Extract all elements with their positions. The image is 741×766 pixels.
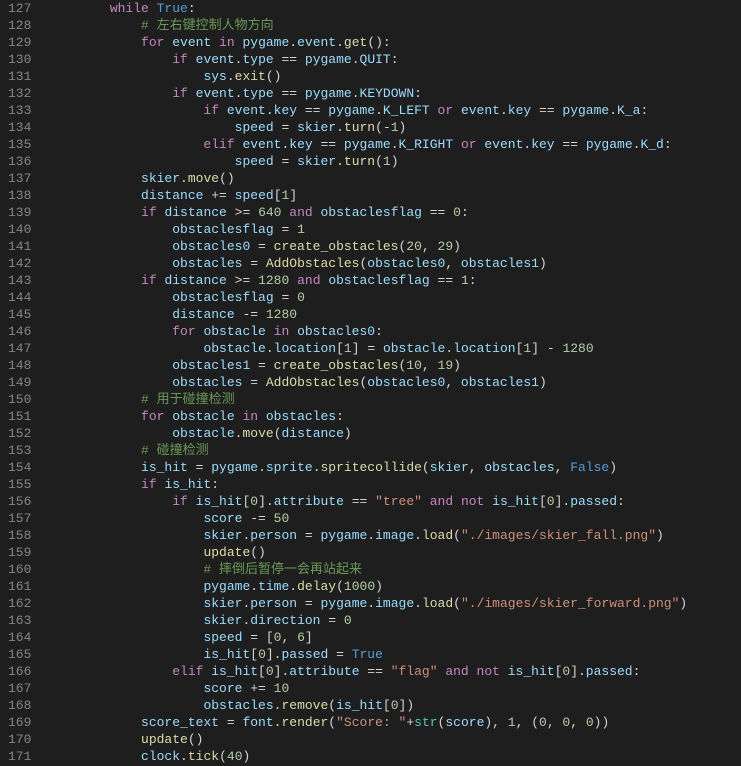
line-number-gutter: 1271281291301311321331341351361371381391… xyxy=(0,0,43,766)
line-number: 161 xyxy=(8,578,31,595)
code-line: obstacles = AddObstacles(obstacles0, obs… xyxy=(47,255,741,272)
code-line: skier.person = pygame.image.load("./imag… xyxy=(47,595,741,612)
code-line: skier.move() xyxy=(47,170,741,187)
line-number: 171 xyxy=(8,748,31,765)
line-number: 131 xyxy=(8,68,31,85)
line-number: 166 xyxy=(8,663,31,680)
code-line: distance += speed[1] xyxy=(47,187,741,204)
line-number: 151 xyxy=(8,408,31,425)
code-line: sys.exit() xyxy=(47,68,741,85)
code-line: if event.key == pygame.K_LEFT or event.k… xyxy=(47,102,741,119)
code-line: obstacles0 = create_obstacles(20, 29) xyxy=(47,238,741,255)
code-line: speed = skier.turn(-1) xyxy=(47,119,741,136)
line-number: 133 xyxy=(8,102,31,119)
code-line: if event.type == pygame.QUIT: xyxy=(47,51,741,68)
line-number: 132 xyxy=(8,85,31,102)
line-number: 129 xyxy=(8,34,31,51)
line-number: 138 xyxy=(8,187,31,204)
line-number: 156 xyxy=(8,493,31,510)
code-line: obstacles.remove(is_hit[0]) xyxy=(47,697,741,714)
line-number: 127 xyxy=(8,0,31,17)
line-number: 163 xyxy=(8,612,31,629)
code-line: # 碰撞检测 xyxy=(47,442,741,459)
code-line: # 左右键控制人物方向 xyxy=(47,17,741,34)
code-line: if is_hit[0].attribute == "tree" and not… xyxy=(47,493,741,510)
code-line: elif is_hit[0].attribute == "flag" and n… xyxy=(47,663,741,680)
line-number: 154 xyxy=(8,459,31,476)
code-line: if distance >= 1280 and obstaclesflag ==… xyxy=(47,272,741,289)
line-number: 145 xyxy=(8,306,31,323)
code-line: for event in pygame.event.get(): xyxy=(47,34,741,51)
code-area[interactable]: while True: # 左右键控制人物方向 for event in pyg… xyxy=(43,0,741,766)
line-number: 149 xyxy=(8,374,31,391)
line-number: 142 xyxy=(8,255,31,272)
line-number: 152 xyxy=(8,425,31,442)
line-number: 170 xyxy=(8,731,31,748)
line-number: 128 xyxy=(8,17,31,34)
line-number: 143 xyxy=(8,272,31,289)
code-line: obstaclesflag = 0 xyxy=(47,289,741,306)
code-line: obstaclesflag = 1 xyxy=(47,221,741,238)
line-number: 146 xyxy=(8,323,31,340)
code-line: skier.direction = 0 xyxy=(47,612,741,629)
line-number: 136 xyxy=(8,153,31,170)
line-number: 144 xyxy=(8,289,31,306)
code-line: obstacles1 = create_obstacles(10, 19) xyxy=(47,357,741,374)
line-number: 137 xyxy=(8,170,31,187)
line-number: 168 xyxy=(8,697,31,714)
line-number: 140 xyxy=(8,221,31,238)
line-number: 130 xyxy=(8,51,31,68)
code-line: if distance >= 640 and obstaclesflag == … xyxy=(47,204,741,221)
code-editor: 1271281291301311321331341351361371381391… xyxy=(0,0,741,766)
line-number: 148 xyxy=(8,357,31,374)
line-number: 150 xyxy=(8,391,31,408)
code-line: update() xyxy=(47,731,741,748)
code-line: while True: xyxy=(47,0,741,17)
code-line: if is_hit: xyxy=(47,476,741,493)
code-line: distance -= 1280 xyxy=(47,306,741,323)
line-number: 160 xyxy=(8,561,31,578)
line-number: 153 xyxy=(8,442,31,459)
code-line: if event.type == pygame.KEYDOWN: xyxy=(47,85,741,102)
line-number: 165 xyxy=(8,646,31,663)
code-line: speed = skier.turn(1) xyxy=(47,153,741,170)
line-number: 139 xyxy=(8,204,31,221)
code-line: update() xyxy=(47,544,741,561)
line-number: 135 xyxy=(8,136,31,153)
line-number: 162 xyxy=(8,595,31,612)
line-number: 159 xyxy=(8,544,31,561)
line-number: 141 xyxy=(8,238,31,255)
code-line: obstacles = AddObstacles(obstacles0, obs… xyxy=(47,374,741,391)
code-line: # 摔倒后暂停一会再站起来 xyxy=(47,561,741,578)
code-line: skier.person = pygame.image.load("./imag… xyxy=(47,527,741,544)
code-line: speed = [0, 6] xyxy=(47,629,741,646)
code-line: is_hit = pygame.sprite.spritecollide(ski… xyxy=(47,459,741,476)
code-line: elif event.key == pygame.K_RIGHT or even… xyxy=(47,136,741,153)
code-line: score += 10 xyxy=(47,680,741,697)
line-number: 164 xyxy=(8,629,31,646)
line-number: 157 xyxy=(8,510,31,527)
code-line: pygame.time.delay(1000) xyxy=(47,578,741,595)
code-line: clock.tick(40) xyxy=(47,748,741,765)
code-line: for obstacle in obstacles0: xyxy=(47,323,741,340)
line-number: 158 xyxy=(8,527,31,544)
code-line: obstacle.location[1] = obstacle.location… xyxy=(47,340,741,357)
code-line: # 用于碰撞检测 xyxy=(47,391,741,408)
line-number: 155 xyxy=(8,476,31,493)
code-line: for obstacle in obstacles: xyxy=(47,408,741,425)
code-line: is_hit[0].passed = True xyxy=(47,646,741,663)
line-number: 169 xyxy=(8,714,31,731)
code-line: score_text = font.render("Score: "+str(s… xyxy=(47,714,741,731)
code-line: score -= 50 xyxy=(47,510,741,527)
line-number: 167 xyxy=(8,680,31,697)
code-line: obstacle.move(distance) xyxy=(47,425,741,442)
line-number: 134 xyxy=(8,119,31,136)
line-number: 147 xyxy=(8,340,31,357)
